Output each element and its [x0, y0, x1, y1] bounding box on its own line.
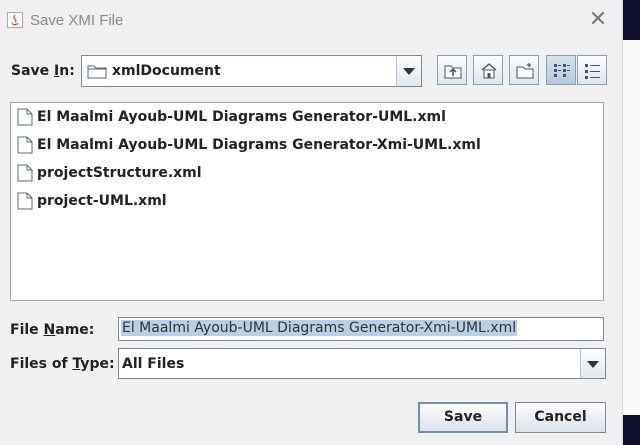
- java-app-icon: [7, 12, 23, 28]
- file-type-combo[interactable]: All Files: [118, 348, 606, 379]
- save-in-combo[interactable]: xmlDocument: [81, 55, 422, 87]
- chevron-down-icon[interactable]: [396, 56, 421, 86]
- file-icon: [17, 108, 33, 126]
- chevron-down-icon[interactable]: [580, 349, 605, 378]
- details-view-button[interactable]: [577, 55, 607, 85]
- window-title: Save XMI File: [30, 12, 124, 29]
- save-in-label: Save In:: [11, 63, 75, 79]
- up-one-level-button[interactable]: [437, 55, 467, 85]
- home-icon: [481, 63, 497, 79]
- close-icon[interactable]: ✕: [586, 8, 610, 32]
- file-icon: [17, 164, 33, 182]
- save-in-value: xmlDocument: [112, 63, 221, 79]
- title-bar[interactable]: Save XMI File ✕: [0, 0, 622, 42]
- file-list[interactable]: El Maalmi Ayoub-UML Diagrams Generator-U…: [10, 102, 604, 301]
- create-new-folder-button[interactable]: [509, 55, 539, 85]
- details-view-icon: [585, 64, 600, 79]
- file-icon: [17, 192, 33, 210]
- up-one-level-icon: [444, 65, 462, 79]
- file-type-label: Files of Type:: [10, 356, 115, 372]
- file-type-value: All Files: [122, 356, 185, 372]
- file-name-label: File Name:: [10, 322, 95, 338]
- background-window: [622, 40, 640, 415]
- save-dialog: Save XMI File ✕ Save In: xmlDocument El …: [0, 0, 623, 445]
- file-name-input[interactable]: El Maalmi Ayoub-UML Diagrams Generator-X…: [118, 317, 604, 341]
- list-view-button[interactable]: [546, 55, 576, 85]
- save-button[interactable]: Save: [418, 402, 508, 433]
- home-button[interactable]: [473, 55, 503, 85]
- file-icon: [17, 136, 33, 154]
- cancel-button[interactable]: Cancel: [515, 402, 606, 433]
- folder-icon: [87, 65, 107, 79]
- file-name-value: El Maalmi Ayoub-UML Diagrams Generator-X…: [121, 320, 518, 336]
- list-view-icon: [554, 64, 570, 77]
- create-new-folder-icon: [516, 63, 534, 79]
